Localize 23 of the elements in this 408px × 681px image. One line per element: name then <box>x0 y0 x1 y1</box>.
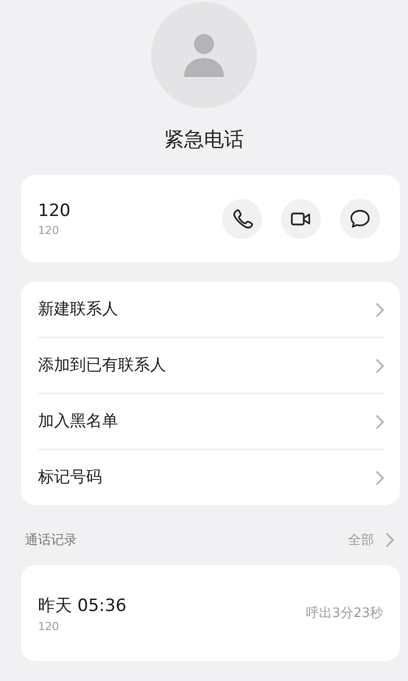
message-button[interactable] <box>340 198 380 238</box>
phone-number-label: 120 <box>38 224 60 236</box>
menu-item[interactable]: 标记号码 <box>38 450 384 505</box>
call-time: 昨天 05:36 <box>38 594 126 616</box>
phone-number: 120 <box>38 200 70 220</box>
call-number: 120 <box>38 620 60 632</box>
call-button[interactable] <box>222 198 262 238</box>
person-icon <box>184 33 224 77</box>
menu-item[interactable]: 加入黑名单 <box>38 394 384 450</box>
menu-item[interactable]: 添加到已有联系人 <box>38 338 384 394</box>
menu-item[interactable]: 新建联系人 <box>38 282 384 338</box>
call-log-entry[interactable]: 昨天 05:36 120 呼出3分23秒 <box>21 565 400 661</box>
video-button[interactable] <box>281 198 321 238</box>
chevron-icon <box>376 414 384 428</box>
speech-bubble-icon <box>349 208 371 230</box>
chevron-icon <box>386 533 394 547</box>
phone-icon <box>231 208 253 230</box>
section-title: 通话记录 <box>25 532 77 549</box>
chevron-icon <box>376 358 384 372</box>
contact-name: 紧急电话 <box>164 126 244 153</box>
chevron-icon <box>376 302 384 316</box>
call-duration: 呼出3分23秒 <box>306 605 383 622</box>
chevron-icon <box>376 470 384 484</box>
